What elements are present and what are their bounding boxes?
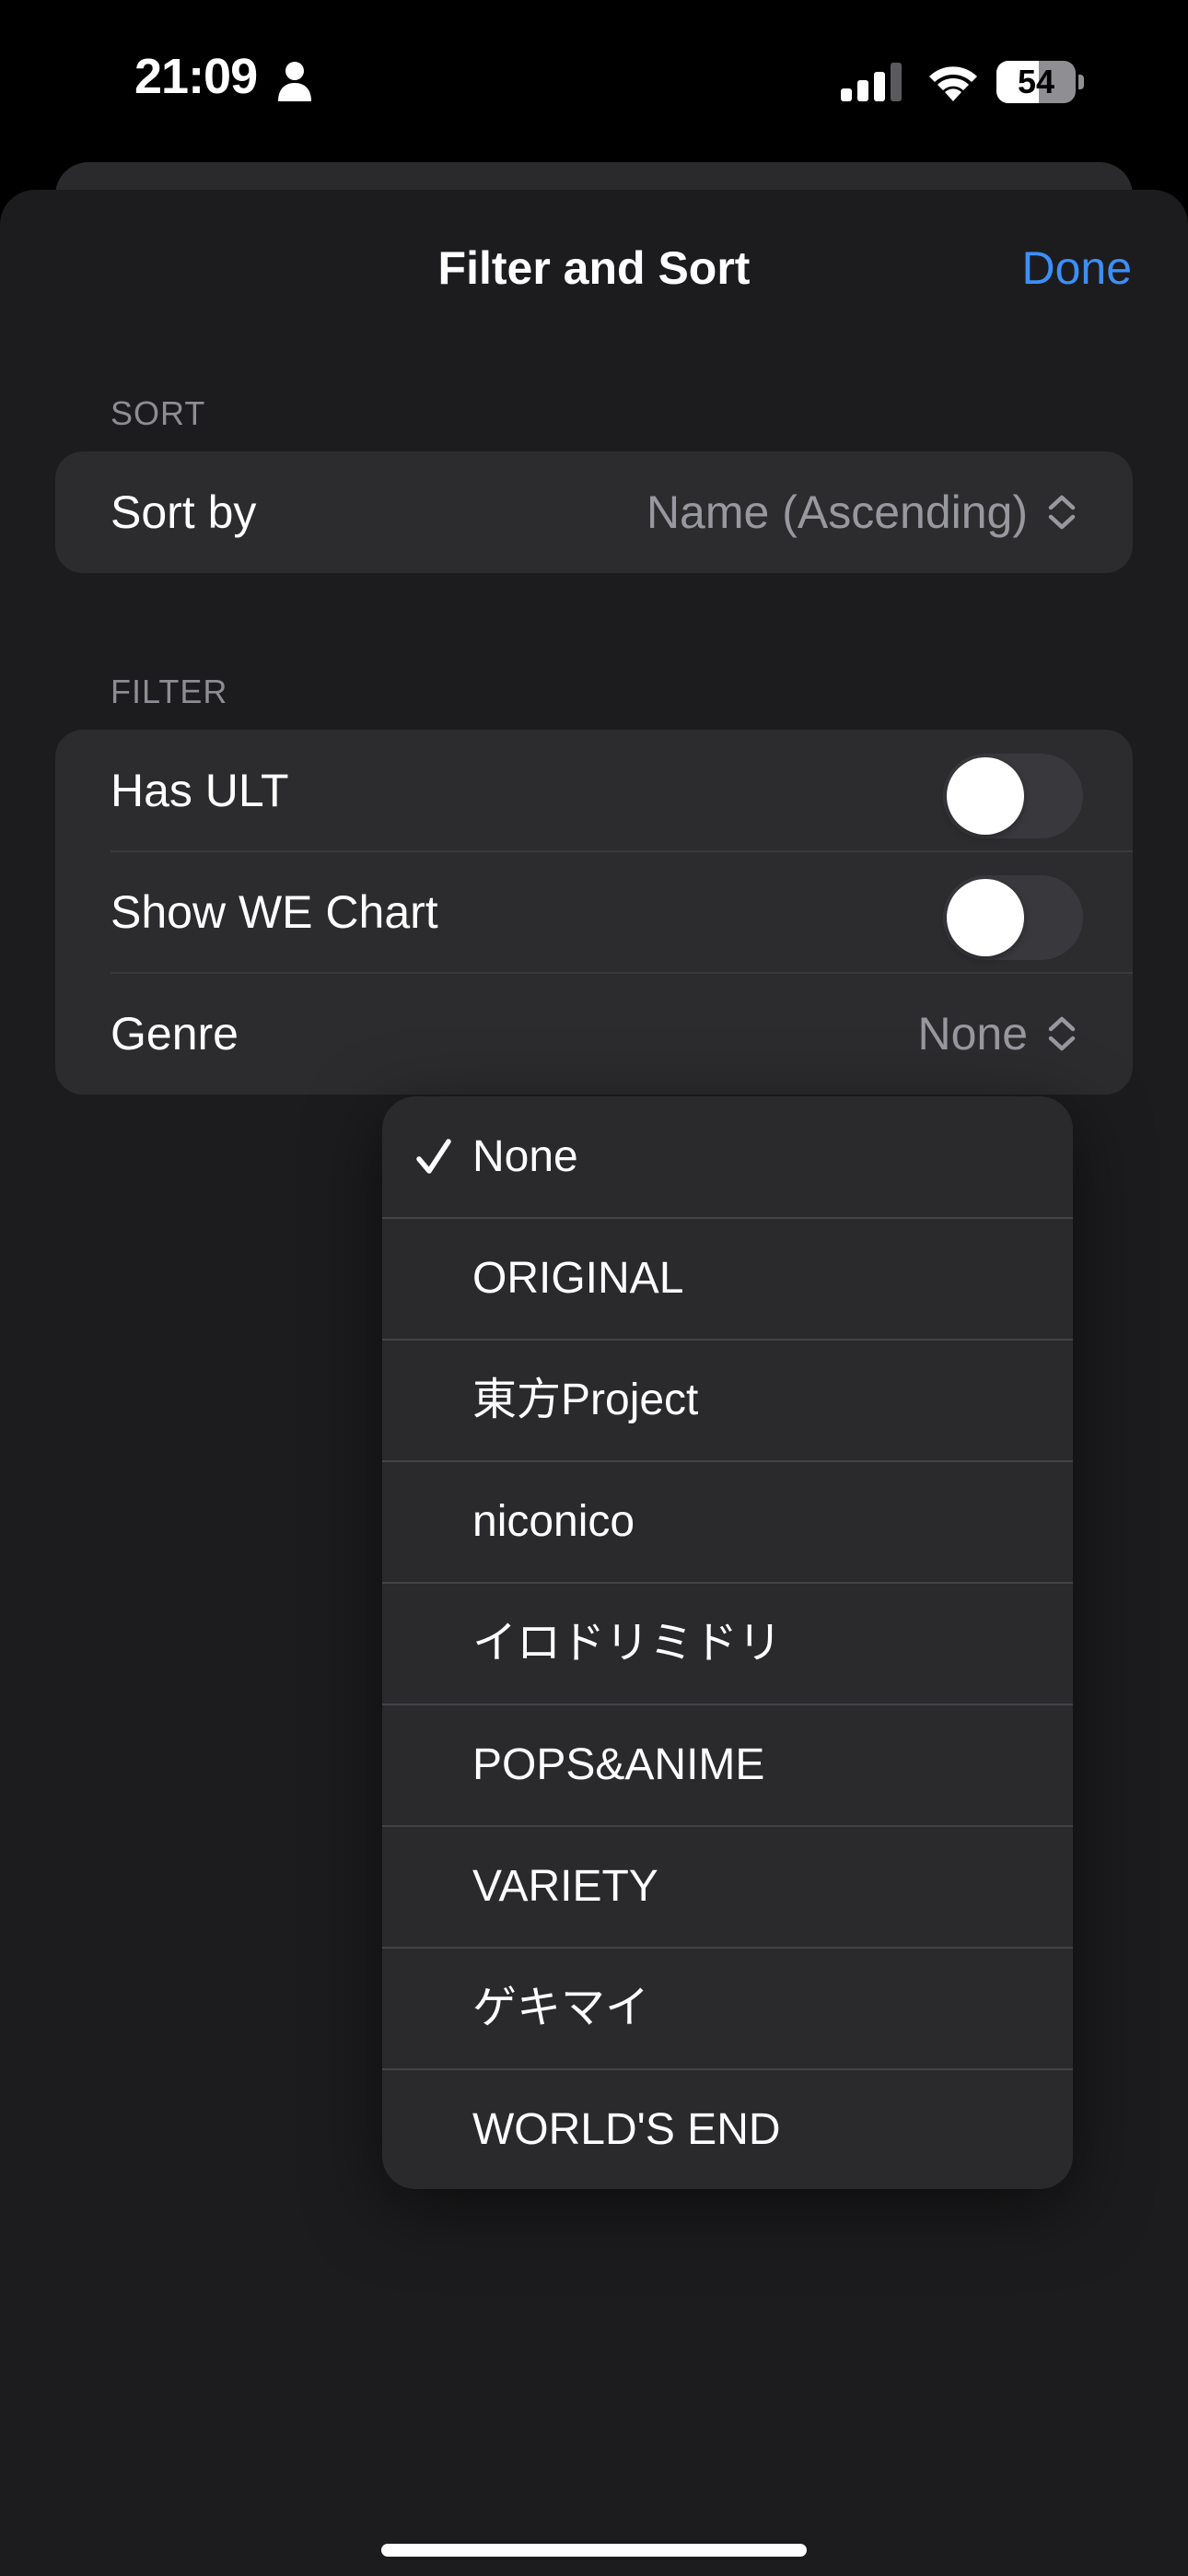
menu-item-label: WORLD'S END xyxy=(472,2105,781,2154)
menu-item-label: VARIETY xyxy=(472,1862,658,1911)
sort-group: Sort by Name (Ascending) xyxy=(55,451,1133,573)
sort-by-label: Sort by xyxy=(111,486,257,538)
sort-by-row[interactable]: Sort by Name (Ascending) xyxy=(55,451,1133,573)
menu-item-pops-anime[interactable]: POPS&ANIME xyxy=(382,1704,1073,1826)
menu-item-label: None xyxy=(472,1132,578,1181)
menu-item-touhou-project[interactable]: 東方Project xyxy=(382,1340,1073,1461)
person-icon xyxy=(278,62,311,101)
show-we-chart-row: Show WE Chart xyxy=(55,851,1133,973)
battery-icon: 54 xyxy=(996,61,1085,103)
checkmark-icon xyxy=(416,1139,451,1174)
genre-row[interactable]: Genre None xyxy=(55,973,1133,1095)
genre-menu: None ORIGINAL 東方Project niconico イロドリミドリ… xyxy=(382,1096,1073,2189)
chevron-up-down-icon xyxy=(1048,1016,1076,1051)
home-indicator[interactable] xyxy=(381,2544,807,2557)
has-ult-toggle[interactable] xyxy=(943,754,1083,838)
menu-item-label: イロドリミドリ xyxy=(472,1619,783,1668)
status-bar: 21:09 54 xyxy=(0,0,1188,161)
sheet-title: Filter and Sort xyxy=(437,242,751,294)
toggle-knob xyxy=(947,757,1024,835)
menu-item-niconico[interactable]: niconico xyxy=(382,1461,1073,1583)
toggle-knob xyxy=(947,879,1024,956)
has-ult-label: Has ULT xyxy=(111,765,289,816)
menu-item-none[interactable]: None xyxy=(382,1096,1073,1218)
sort-section-header: SORT xyxy=(111,394,206,432)
menu-item-variety[interactable]: VARIETY xyxy=(382,1826,1073,1948)
genre-label: Genre xyxy=(111,1008,239,1060)
done-button[interactable]: Done xyxy=(1021,241,1132,295)
show-we-chart-label: Show WE Chart xyxy=(111,886,438,938)
genre-value: None xyxy=(917,1008,1028,1060)
filter-group: Has ULT Show WE Chart Genre None xyxy=(55,730,1133,1095)
show-we-chart-toggle[interactable] xyxy=(943,875,1083,960)
chevron-up-down-icon xyxy=(1048,495,1076,530)
menu-item-label: ORIGINAL xyxy=(472,1254,684,1303)
menu-item-label: ゲキマイ xyxy=(472,1984,650,2032)
menu-item-label: POPS&ANIME xyxy=(472,1740,765,1789)
menu-item-original[interactable]: ORIGINAL xyxy=(382,1218,1073,1340)
sort-by-value: Name (Ascending) xyxy=(646,486,1028,538)
menu-item-label: niconico xyxy=(472,1497,635,1546)
menu-item-worlds-end[interactable]: WORLD'S END xyxy=(382,2069,1073,2189)
battery-cap xyxy=(1078,75,1084,89)
status-time: 21:09 xyxy=(134,49,258,104)
filter-section-header: FILTER xyxy=(111,673,228,710)
menu-item-irodorimidori[interactable]: イロドリミドリ xyxy=(382,1583,1073,1704)
signal-icon xyxy=(841,63,902,101)
screen: 21:09 54 Filter and Sort Done SORT Sort … xyxy=(0,0,1188,2576)
wifi-icon xyxy=(929,66,977,101)
menu-item-gekimai[interactable]: ゲキマイ xyxy=(382,1948,1073,2069)
battery-body: 54 xyxy=(996,61,1076,103)
has-ult-row: Has ULT xyxy=(55,730,1133,851)
battery-level: 54 xyxy=(1017,63,1055,100)
menu-item-label: 東方Project xyxy=(472,1376,699,1424)
